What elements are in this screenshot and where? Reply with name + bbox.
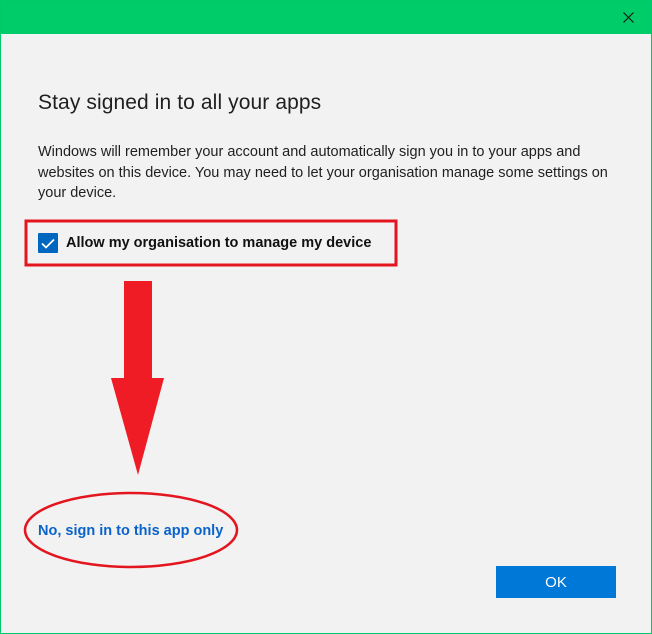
manage-device-checkbox[interactable]	[38, 233, 58, 253]
title-bar	[1, 1, 651, 34]
ok-button[interactable]: OK	[496, 566, 616, 598]
close-icon	[622, 12, 634, 23]
close-button[interactable]	[605, 1, 651, 34]
dialog-heading: Stay signed in to all your apps	[38, 91, 322, 114]
checkmark-icon	[41, 238, 55, 249]
manage-device-option[interactable]: Allow my organisation to manage my devic…	[38, 232, 371, 254]
dialog-window: Stay signed in to all your apps Windows …	[0, 0, 652, 634]
manage-device-label: Allow my organisation to manage my devic…	[66, 235, 372, 251]
dialog-description: Windows will remember your account and a…	[38, 144, 608, 201]
sign-in-this-app-only-link[interactable]: No, sign in to this app only	[38, 523, 223, 539]
